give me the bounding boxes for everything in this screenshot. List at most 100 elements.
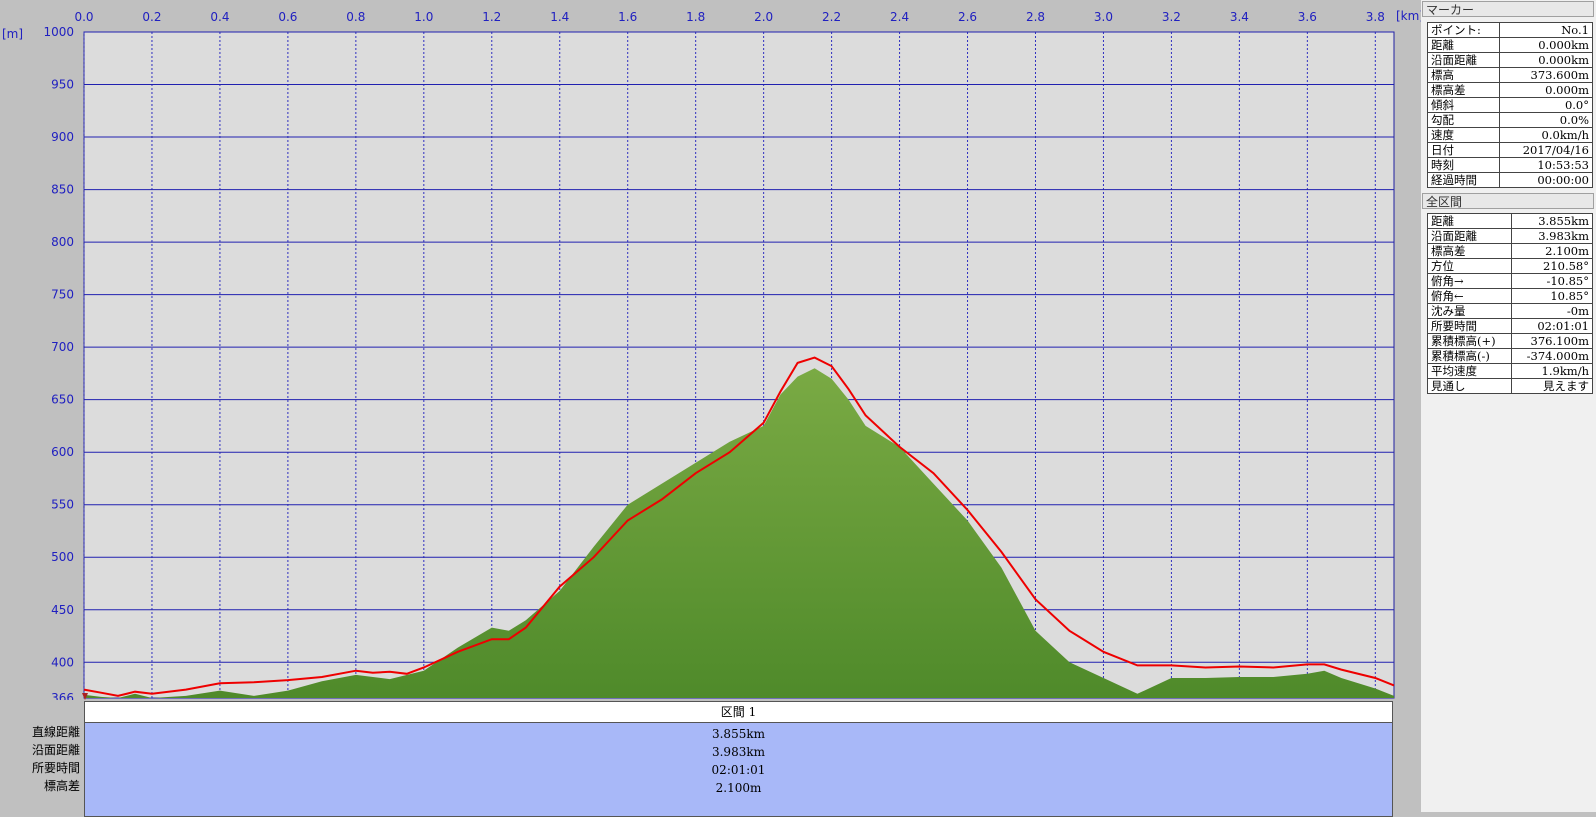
summary-value-straight-distance: 3.855km <box>711 727 765 741</box>
marker-info-row: ポイント: No.1 <box>1426 22 1593 38</box>
marker-info-label: 勾配 <box>1426 112 1501 128</box>
x-tick-label: 1.8 <box>686 10 705 24</box>
x-tick-label: 2.6 <box>958 10 977 24</box>
x-axis-unit-label: [km] <box>1396 9 1421 23</box>
x-tick-label: 0.0 <box>74 10 93 24</box>
range-info-label: 平均速度 <box>1427 363 1512 379</box>
x-tick-label: 1.0 <box>414 10 433 24</box>
range-info-value: -0m <box>1510 303 1594 319</box>
y-tick-label: 500 <box>51 550 74 564</box>
marker-info-value: 0.000km <box>1499 52 1593 68</box>
y-tick-label: 1000 <box>43 25 74 39</box>
marker-info-row: 速度 0.0km/h <box>1426 127 1593 143</box>
range-info-label: 俯角← <box>1427 288 1512 304</box>
x-tick-label: 2.0 <box>754 10 773 24</box>
marker-info-row: 時刻 10:53:53 <box>1426 157 1593 173</box>
summary-value-elevation-diff: 2.100m <box>715 781 762 795</box>
marker-info-label: 日付 <box>1426 142 1501 158</box>
range-section-header[interactable]: 全区間 <box>1422 193 1594 209</box>
x-tick-label: 3.4 <box>1230 10 1249 24</box>
range-info-row: 見通し 見えます <box>1427 378 1594 394</box>
x-tick-label: 3.2 <box>1162 10 1181 24</box>
marker-info-row: 距離 0.000km <box>1426 37 1593 53</box>
range-info-value: 見えます <box>1510 378 1594 394</box>
marker-info-value: No.1 <box>1499 22 1593 38</box>
marker-info-label: 沿面距離 <box>1426 52 1501 68</box>
elevation-profile-chart[interactable]: 0.0 0.2 0.4 0.6 0.8 1.0 1.2 1.4 1.6 1.8 2.0 2.2 2.4 2… <box>0 0 1421 700</box>
range-info-row: 標高差 2.100m <box>1427 243 1594 259</box>
marker-info-value: 10:53:53 <box>1499 157 1593 173</box>
y-tick-label: 850 <box>51 183 74 197</box>
range-info-value: 02:01:01 <box>1510 318 1594 334</box>
summary-label-elevation-diff: 標高差 <box>43 779 80 793</box>
range-info-value: 3.855km <box>1510 213 1594 229</box>
marker-info-label: 時刻 <box>1426 157 1501 173</box>
marker-info-value: 2017/04/16 <box>1499 142 1593 158</box>
marker-info-label: 距離 <box>1426 37 1501 53</box>
x-tick-label: 0.4 <box>210 10 229 24</box>
range-info-value: 2.100m <box>1510 243 1594 259</box>
range-info-row: 累積標高(-) -374.000m <box>1427 348 1594 364</box>
info-side-panel: マーカー ポイント: No.1 距離 0.000km 沿面距離 0.000km 標高 373.… <box>1421 0 1596 812</box>
range-info-label: 累積標高(-) <box>1427 348 1512 364</box>
x-tick-label: 1.6 <box>618 10 637 24</box>
marker-info-row: 傾斜 0.0° <box>1426 97 1593 113</box>
marker-info-value: 0.0km/h <box>1499 127 1593 143</box>
summary-label-straight-distance: 直線距離 <box>31 725 80 739</box>
range-info-label: 所要時間 <box>1427 318 1512 334</box>
section-summary-panel: 区間 1 3.855km 3.983km 02:01:01 2.100m <box>84 701 1393 817</box>
x-tick-label: 1.4 <box>550 10 569 24</box>
range-info-label: 俯角→ <box>1427 273 1512 289</box>
summary-value-duration: 02:01:01 <box>711 763 766 777</box>
range-info-value: 3.983km <box>1510 228 1594 244</box>
range-info-value: -10.85° <box>1510 273 1594 289</box>
x-tick-label: 3.6 <box>1298 10 1317 24</box>
range-info-value: -374.000m <box>1510 348 1594 364</box>
range-info-row: 距離 3.855km <box>1427 213 1594 229</box>
range-info-value: 376.100m <box>1510 333 1594 349</box>
range-info-label: 方位 <box>1427 258 1512 274</box>
marker-info-value: 0.0° <box>1499 97 1593 113</box>
section-title-header[interactable]: 区間 1 <box>84 701 1393 723</box>
marker-info-value: 373.600m <box>1499 67 1593 83</box>
range-info-label: 標高差 <box>1427 243 1512 259</box>
y-tick-label: 700 <box>51 340 74 354</box>
y-tick-label: 750 <box>51 288 74 302</box>
x-tick-label: 0.2 <box>142 10 161 24</box>
range-info-value: 10.85° <box>1510 288 1594 304</box>
range-info-row: 所要時間 02:01:01 <box>1427 318 1594 334</box>
x-tick-label: 2.2 <box>822 10 841 24</box>
marker-info-label: 傾斜 <box>1426 97 1501 113</box>
marker-section-header[interactable]: マーカー <box>1422 1 1594 17</box>
marker-info-label: 標高差 <box>1426 82 1501 98</box>
y-axis-unit-label: [m] <box>2 27 23 41</box>
range-info-label: 累積標高(+) <box>1427 333 1512 349</box>
x-tick-label: 2.4 <box>890 10 909 24</box>
range-info-label: 見通し <box>1427 378 1512 394</box>
marker-info-row: 標高 373.600m <box>1426 67 1593 83</box>
marker-info-value: 00:00:00 <box>1499 172 1593 188</box>
marker-info-row: 経過時間 00:00:00 <box>1426 172 1593 188</box>
marker-info-row: 標高差 0.000m <box>1426 82 1593 98</box>
y-tick-label: 366 <box>51 691 74 700</box>
marker-info-value: 0.000km <box>1499 37 1593 53</box>
marker-info-row: 勾配 0.0% <box>1426 112 1593 128</box>
marker-info-label: 標高 <box>1426 67 1501 83</box>
summary-label-surface-distance: 沿面距離 <box>31 743 80 757</box>
x-tick-label: 3.0 <box>1094 10 1113 24</box>
range-info-row: 沈み量 -0m <box>1427 303 1594 319</box>
range-info-label: 沿面距離 <box>1427 228 1512 244</box>
range-info-value: 210.58° <box>1510 258 1594 274</box>
x-tick-label: 0.8 <box>346 10 365 24</box>
marker-info-row: 日付 2017/04/16 <box>1426 142 1593 158</box>
range-info-table: 距離 3.855km 沿面距離 3.983km 標高差 2.100m 方位 210.58° 俯角… <box>1427 213 1594 394</box>
y-tick-label: 600 <box>51 445 74 459</box>
y-tick-label: 550 <box>51 498 74 512</box>
section-summary-values: 3.855km 3.983km 02:01:01 2.100m <box>84 723 1393 817</box>
summary-label-duration: 所要時間 <box>31 761 80 775</box>
y-tick-label: 950 <box>51 78 74 92</box>
x-tick-label: 2.8 <box>1026 10 1045 24</box>
range-info-row: 方位 210.58° <box>1427 258 1594 274</box>
x-tick-label: 3.8 <box>1366 10 1385 24</box>
summary-value-surface-distance: 3.983km <box>711 745 765 759</box>
